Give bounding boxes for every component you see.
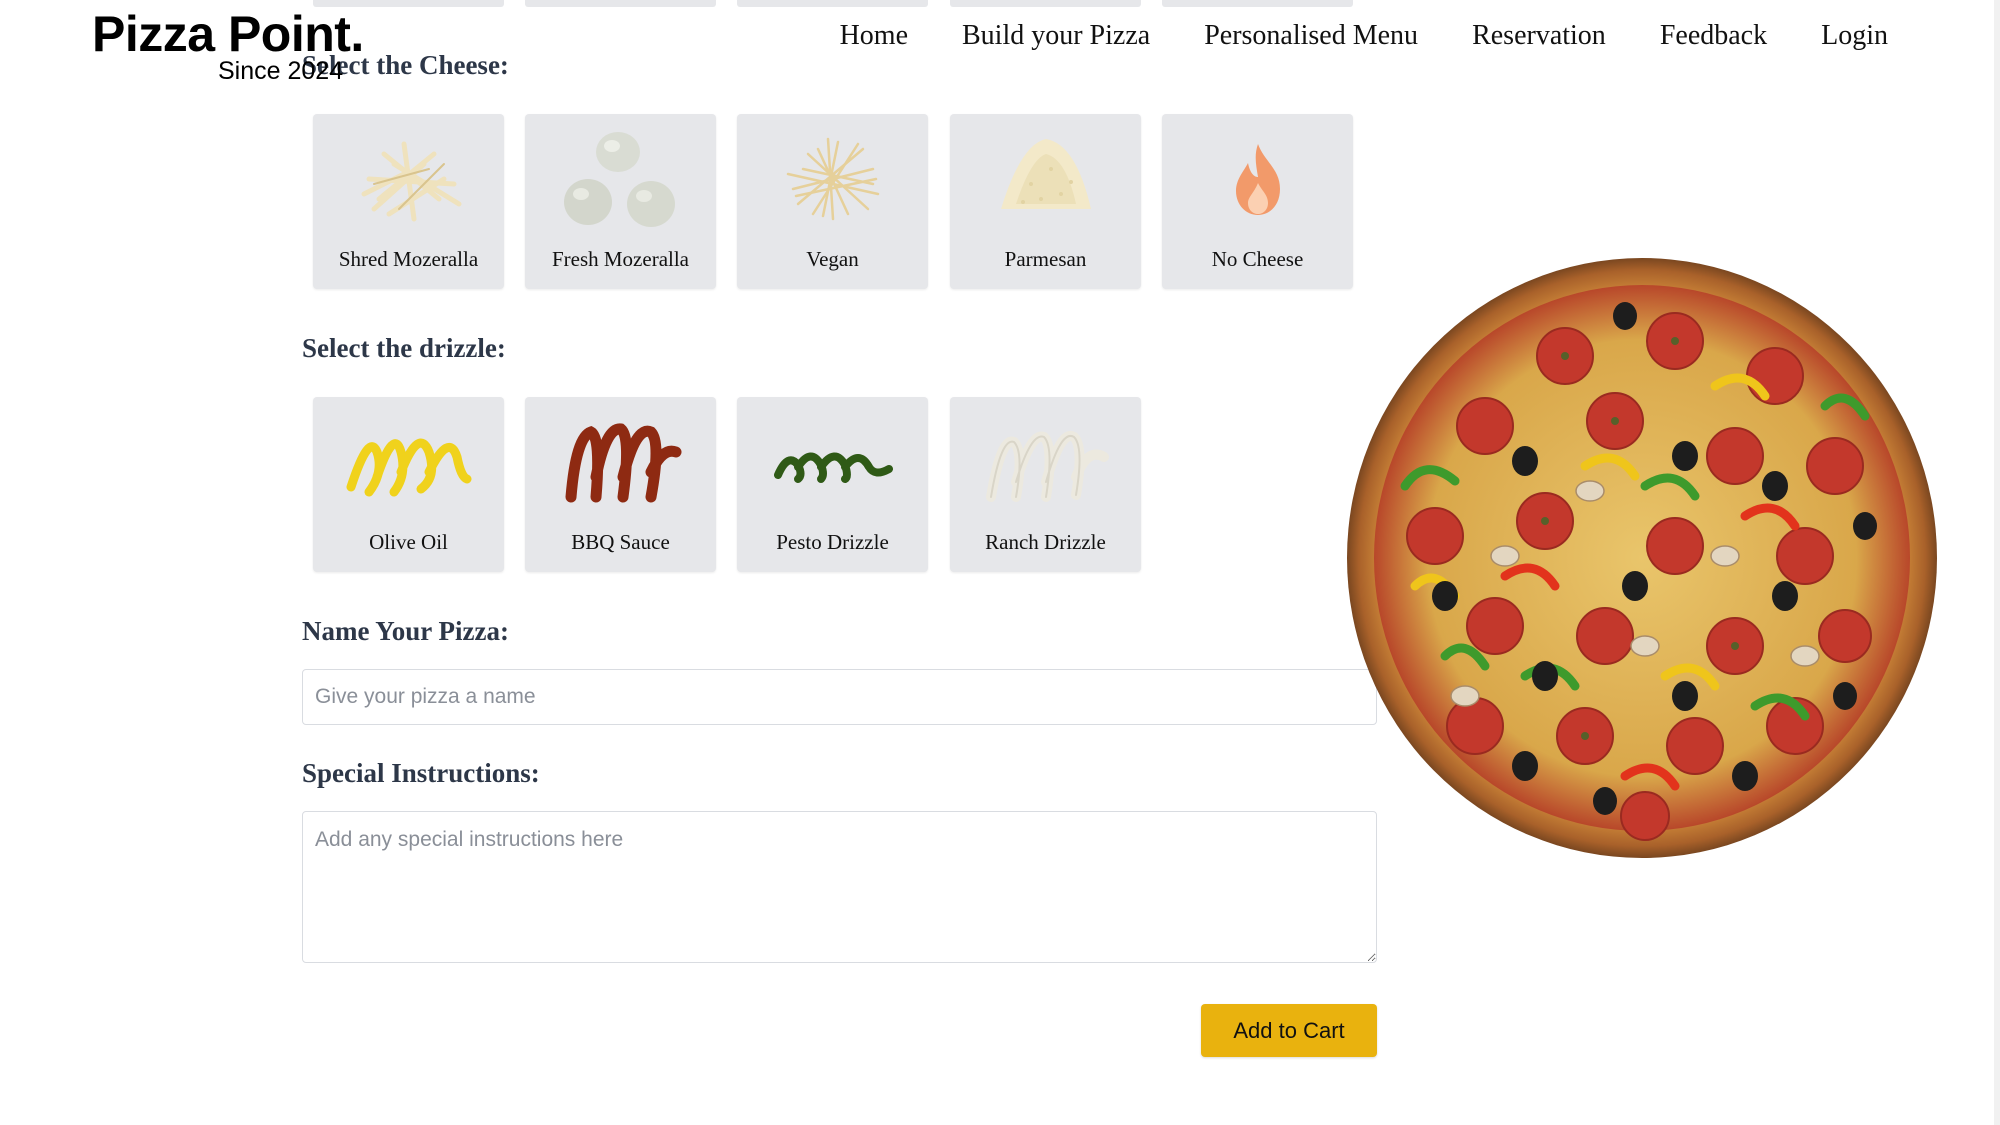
main-nav: Home Build your Pizza Personalised Menu …: [786, 16, 1888, 56]
cheese-option-vegan[interactable]: Vegan: [737, 114, 928, 289]
name-heading: Name Your Pizza:: [302, 616, 509, 646]
option-label: Vegan: [806, 247, 859, 271]
ranch-drizzle-icon: [950, 407, 1141, 517]
pizza-preview-image: [1345, 256, 1940, 861]
nav-personalised-menu[interactable]: Personalised Menu: [1204, 16, 1418, 56]
option-label: BBQ Sauce: [571, 530, 670, 554]
option-label: Shred Mozeralla: [338, 247, 479, 271]
toppings-tile-stub[interactable]: [737, 0, 928, 7]
drizzle-option-pesto-drizzle[interactable]: Pesto Drizzle: [737, 397, 928, 572]
pizza-name-input[interactable]: [302, 669, 1377, 725]
option-label: No Cheese: [1211, 247, 1304, 271]
instructions-heading: Special Instructions:: [302, 758, 540, 788]
option-label: Ranch Drizzle: [985, 530, 1106, 554]
cheese-option-fresh-mozeralla[interactable]: Fresh Mozeralla: [525, 114, 716, 289]
toppings-tile-stub[interactable]: [950, 0, 1141, 7]
brand-title: Pizza Point.: [92, 6, 364, 62]
toppings-tile-stub[interactable]: [525, 0, 716, 7]
option-label: Olive Oil: [369, 530, 448, 554]
option-label: Fresh Mozeralla: [551, 247, 690, 271]
scrollbar[interactable]: [1994, 0, 2000, 1125]
cheese-option-shred-mozeralla[interactable]: Shred Mozeralla: [313, 114, 504, 289]
option-label: Pesto Drizzle: [776, 530, 889, 554]
bbq-drizzle-icon: [525, 407, 716, 517]
nav-home[interactable]: Home: [840, 16, 908, 56]
nav-login[interactable]: Login: [1821, 16, 1888, 56]
nav-reservation[interactable]: Reservation: [1472, 16, 1606, 56]
drizzle-option-olive-oil[interactable]: Olive Oil: [313, 397, 504, 572]
parmesan-icon: [950, 124, 1141, 234]
brand[interactable]: Pizza Point. Since 2024: [92, 4, 364, 85]
shred-cheese-icon: [313, 124, 504, 234]
olive-oil-drizzle-icon: [313, 407, 504, 517]
drizzle-heading: Select the drizzle:: [302, 333, 506, 363]
flame-icon: [1162, 124, 1353, 234]
vegan-cheese-icon: [737, 124, 928, 234]
nav-build-your-pizza[interactable]: Build your Pizza: [962, 16, 1150, 56]
cheese-option-no-cheese[interactable]: No Cheese: [1162, 114, 1353, 289]
cheese-option-parmesan[interactable]: Parmesan: [950, 114, 1141, 289]
special-instructions-textarea[interactable]: [302, 811, 1377, 963]
add-to-cart-button[interactable]: Add to Cart: [1201, 1004, 1377, 1057]
drizzle-option-bbq-sauce[interactable]: BBQ Sauce: [525, 397, 716, 572]
fresh-mozzarella-icon: [525, 124, 716, 234]
drizzle-option-ranch-drizzle[interactable]: Ranch Drizzle: [950, 397, 1141, 572]
nav-feedback[interactable]: Feedback: [1660, 16, 1767, 56]
pesto-drizzle-icon: [737, 407, 928, 517]
toppings-tile-stub[interactable]: [1162, 0, 1353, 7]
brand-subtitle: Since 2024: [218, 57, 344, 85]
option-label: Parmesan: [1004, 247, 1087, 271]
